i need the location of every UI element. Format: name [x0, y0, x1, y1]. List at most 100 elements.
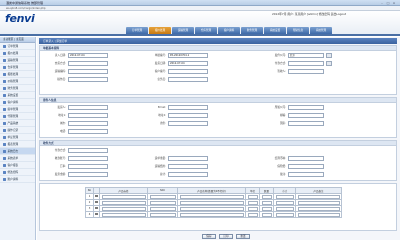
folder-icon — [3, 149, 6, 153]
field-label: 发件公司: — [274, 53, 286, 57]
field-label: 操作员: — [57, 77, 66, 81]
field-label: 结算币种: — [274, 156, 286, 160]
sidebar-item[interactable]: 账户资料 — [0, 176, 35, 183]
country-input[interactable] — [288, 120, 324, 126]
main-content: 订单录入 | 添加订单 单据基本资料 录入日期: 2012-07-04 单据编号… — [37, 37, 400, 240]
field-label: 省份: — [159, 121, 166, 125]
quantity-input[interactable] — [261, 206, 272, 211]
print-button[interactable]: 打印 — [219, 234, 233, 239]
field-label: 单据编号: — [154, 53, 166, 57]
tab-finance[interactable]: 财务管理 — [241, 27, 263, 34]
folder-icon — [3, 72, 6, 76]
ship-date-input[interactable]: 2012-07-04 — [168, 60, 208, 66]
product-note-input[interactable] — [297, 206, 340, 211]
unit-input[interactable] — [247, 194, 258, 199]
product-note-input[interactable] — [297, 194, 340, 199]
sender-company-input[interactable]: 北京 — [288, 52, 324, 58]
invoice-input[interactable] — [68, 171, 108, 177]
row-checkbox[interactable] — [95, 206, 98, 210]
company-input[interactable] — [288, 104, 324, 110]
field-label: 发货日期: — [154, 61, 166, 65]
minimize-icon[interactable]: – — [380, 1, 384, 5]
field-label: 邮编: — [279, 113, 286, 117]
product-label-input[interactable] — [101, 212, 146, 217]
tab-customers[interactable]: 客户资料 — [218, 27, 240, 34]
quantity-input[interactable] — [261, 194, 272, 199]
phone-input[interactable] — [68, 128, 108, 134]
pay-method-input[interactable] — [288, 60, 324, 66]
field-label: 电话: — [59, 129, 66, 133]
picker-button[interactable] — [326, 60, 332, 66]
pay-type-input[interactable] — [68, 147, 108, 153]
sku-input[interactable] — [149, 194, 176, 199]
address2-input[interactable] — [168, 112, 208, 118]
field-label: 总计: — [159, 172, 166, 176]
sku-input[interactable] — [149, 212, 176, 217]
tab-transport[interactable]: 运输管理 — [172, 27, 194, 34]
unit-input[interactable] — [247, 200, 258, 205]
state-input[interactable] — [168, 120, 208, 126]
order-no-input[interactable]: PX-20120704-1 — [168, 52, 208, 58]
product-label-input[interactable] — [101, 206, 146, 211]
salesman-input[interactable] — [168, 76, 208, 82]
subtotal-input[interactable] — [275, 200, 294, 205]
basic-info-section: 单据基本资料 录入日期: 2012-07-04 单据编号: PX-2012070… — [39, 45, 397, 95]
subtotal-input[interactable] — [275, 206, 294, 211]
rate-input[interactable] — [68, 163, 108, 169]
receiver-input[interactable] — [288, 68, 324, 74]
product-note-input[interactable] — [297, 200, 340, 205]
sidebar: 主功能区 | 主页面 订单管理 报价处理 运输管理 仓库管理 报账处理 价格管理… — [0, 37, 36, 240]
quantity-input[interactable] — [261, 200, 272, 205]
weight-input[interactable] — [168, 155, 208, 161]
subtotal-input[interactable] — [275, 212, 294, 217]
field-label: 国家: — [279, 121, 286, 125]
picker-button[interactable] — [326, 52, 332, 58]
row-checkbox[interactable] — [95, 194, 98, 198]
sku-input[interactable] — [149, 200, 176, 205]
product-label-input[interactable] — [101, 200, 146, 205]
tab-warehouse[interactable]: 仓库管理 — [195, 27, 217, 34]
save-button[interactable]: 保存 — [202, 234, 216, 239]
product-name-input[interactable] — [179, 212, 244, 217]
unit-input[interactable] — [247, 206, 258, 211]
product-name-input[interactable] — [179, 206, 244, 211]
row-checkbox[interactable] — [95, 212, 98, 216]
fee-input[interactable] — [168, 163, 208, 169]
note-input[interactable] — [288, 171, 324, 177]
subtotal-input[interactable] — [275, 194, 294, 199]
close-icon[interactable]: × — [392, 1, 396, 5]
email-input[interactable] — [168, 104, 208, 110]
quantity-input[interactable] — [261, 212, 272, 217]
total-input[interactable] — [168, 171, 208, 177]
folder-icon — [3, 65, 6, 69]
operator-input[interactable] — [68, 76, 108, 82]
city-input[interactable] — [68, 120, 108, 126]
tab-orders[interactable]: 订单管理 — [126, 27, 148, 34]
currency-input[interactable] — [288, 155, 324, 161]
tab-help[interactable]: 帮助信息 — [287, 27, 309, 34]
tab-system[interactable]: 系统管理 — [310, 27, 332, 34]
row-checkbox[interactable] — [95, 200, 98, 204]
tab-quotes[interactable]: 报价处理 — [149, 27, 171, 34]
maximize-icon[interactable]: □ — [386, 1, 390, 5]
unit-input[interactable] — [247, 212, 258, 217]
field-label: 收款账号: — [54, 156, 66, 160]
product-label-input[interactable] — [101, 194, 146, 199]
zip-input[interactable] — [288, 112, 324, 118]
tab-settings[interactable]: 系统设置 — [264, 27, 286, 34]
row-number: 4 — [85, 211, 94, 218]
customer-no-input[interactable] — [168, 68, 208, 74]
transport-code-input[interactable] — [68, 68, 108, 74]
entry-date-input[interactable]: 2012-07-04 — [68, 52, 108, 58]
product-note-input[interactable] — [297, 212, 340, 217]
field-label: 交货方式: — [54, 61, 66, 65]
product-name-input[interactable] — [179, 200, 244, 205]
reset-button[interactable]: 重置 — [236, 234, 250, 239]
product-name-input[interactable] — [179, 194, 244, 199]
delivery-type-input[interactable] — [68, 60, 108, 66]
insurance-input[interactable] — [288, 163, 324, 169]
account-input[interactable] — [68, 155, 108, 161]
sku-input[interactable] — [149, 206, 176, 211]
address1-input[interactable] — [68, 112, 108, 118]
sender-name-input[interactable] — [68, 104, 108, 110]
